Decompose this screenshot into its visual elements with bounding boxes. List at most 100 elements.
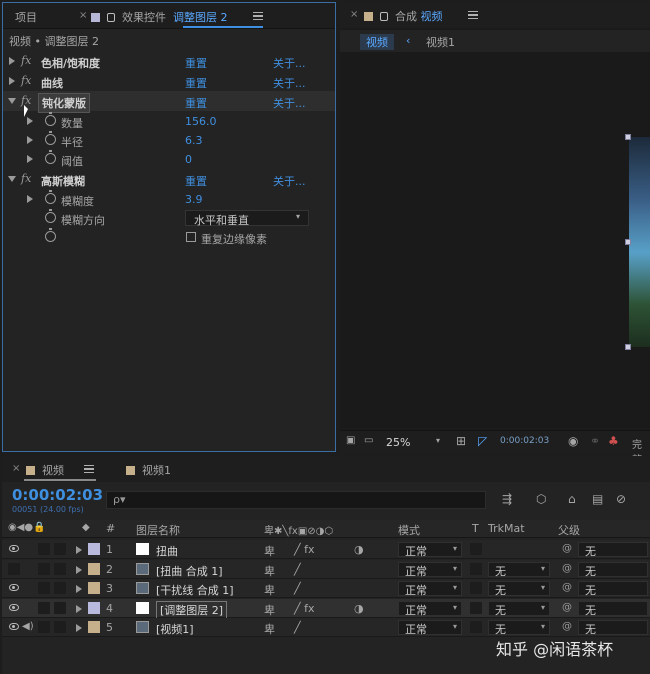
stopwatch-icon[interactable] <box>45 150 56 164</box>
frame-blending-icon[interactable]: ▤ <box>592 492 603 506</box>
lock-toggle[interactable] <box>54 601 66 614</box>
tab-effect-controls[interactable]: 效果控件 调整图层 2 <box>91 9 228 25</box>
fx-icon[interactable]: fx <box>21 54 31 67</box>
parent-dropdown[interactable]: 无 <box>578 581 648 597</box>
label-color-swatch[interactable] <box>88 543 100 555</box>
expand-arrow-icon[interactable] <box>76 585 82 593</box>
layer-row[interactable]: 3 [干扰线 合成 1] 卑 ╱ 正常 ▾ 无 ▾ @ 无 <box>2 579 650 598</box>
preserve-transparency-toggle[interactable] <box>470 621 482 633</box>
crumb-active[interactable]: 视频 <box>360 34 394 50</box>
preserve-transparency-toggle[interactable] <box>470 543 482 555</box>
preserve-transparency-toggle[interactable] <box>470 601 482 614</box>
layer-row[interactable]: 4 [调整图层 2] 卑 ╱ fx ◑ 正常 ▾ 无 ▾ @ 无 <box>2 598 650 619</box>
blur-direction-dropdown[interactable]: 水平和垂直 ▾ <box>185 210 309 227</box>
zoom-dropdown[interactable]: 25% ▾ <box>384 435 448 451</box>
panel-menu-icon[interactable] <box>253 12 263 20</box>
label-color-swatch[interactable] <box>88 621 100 633</box>
stopwatch-icon[interactable] <box>45 190 56 204</box>
label-color-swatch[interactable] <box>88 582 100 594</box>
transform-handle[interactable] <box>625 134 631 140</box>
label-color-swatch[interactable] <box>88 601 100 614</box>
color-channels-icon[interactable]: ♣ <box>608 434 619 448</box>
solo-toggle[interactable] <box>38 582 50 594</box>
transform-handle[interactable] <box>625 344 631 350</box>
expand-arrow-icon[interactable] <box>76 546 82 554</box>
repeat-edge-checkbox[interactable] <box>186 232 196 242</box>
effect-row-hue-saturation[interactable]: fx 色相/饱和度 重置 关于... <box>3 51 335 71</box>
shy-switch[interactable]: 卑 <box>264 621 275 637</box>
eye-icon[interactable] <box>9 545 19 552</box>
expand-arrow-icon[interactable] <box>27 117 33 125</box>
tab-composition[interactable]: 合成 视频 <box>364 8 443 24</box>
solo-toggle[interactable] <box>38 601 50 614</box>
expand-arrow-icon[interactable] <box>27 136 33 144</box>
stopwatch-icon[interactable] <box>45 228 56 242</box>
channel-icon[interactable]: ⚭ <box>590 434 600 448</box>
tab-timeline-active[interactable]: 视频 <box>26 462 64 478</box>
magnification-toggle-icon[interactable]: ▣ <box>346 435 355 446</box>
expand-arrow-icon[interactable] <box>27 155 33 163</box>
blend-mode-dropdown[interactable]: 正常 ▾ <box>398 542 462 558</box>
pick-whip-icon[interactable]: @ <box>562 621 572 632</box>
param-row-radius[interactable]: 半径 6.3 <box>3 130 335 150</box>
blend-mode-dropdown[interactable]: 正常 ▾ <box>398 620 462 636</box>
solo-toggle[interactable] <box>38 562 50 575</box>
video-toggle-empty[interactable] <box>8 562 20 575</box>
blend-mode-dropdown[interactable]: 正常 ▾ <box>398 581 462 597</box>
effect-row-curves[interactable]: fx 曲线 重置 关于... <box>3 71 335 91</box>
shy-switch[interactable]: 卑 <box>264 543 275 559</box>
blend-mode-dropdown[interactable]: 正常 ▾ <box>398 600 462 617</box>
pick-whip-icon[interactable]: @ <box>562 582 572 593</box>
eye-icon[interactable] <box>9 623 19 630</box>
av-features-icon[interactable]: ◉◀●🔒 <box>8 522 46 533</box>
timeline-timecode[interactable]: 0:00:02:03 <box>12 486 103 504</box>
lock-toggle[interactable] <box>54 543 66 555</box>
reset-button[interactable]: 重置 <box>185 95 207 111</box>
label-color-swatch[interactable] <box>88 562 100 575</box>
column-trkmat[interactable]: TrkMat <box>488 522 525 535</box>
fx-switch[interactable]: ╱ fx <box>294 543 315 556</box>
about-button[interactable]: 关于... <box>273 75 306 91</box>
eye-icon[interactable] <box>9 603 19 611</box>
monitor-icon[interactable]: ▭ <box>364 435 373 446</box>
collapse-arrow-icon[interactable] <box>8 98 16 104</box>
layer-name[interactable]: [扭曲 合成 1] <box>156 563 223 579</box>
adjustment-layer-icon[interactable]: ◑ <box>354 543 364 556</box>
expand-arrow-icon[interactable] <box>76 565 82 574</box>
current-time-readout[interactable]: 0:00:02:03 <box>500 436 549 446</box>
lock-toggle[interactable] <box>54 562 66 575</box>
stopwatch-icon[interactable] <box>45 112 56 126</box>
fx-switch[interactable]: ╱ fx <box>294 602 315 615</box>
shy-switch[interactable]: 卑 <box>264 582 275 598</box>
quality-switch[interactable]: ╱ <box>294 563 301 576</box>
about-button[interactable]: 关于... <box>273 55 306 71</box>
expand-arrow-icon[interactable] <box>9 77 15 85</box>
lock-toggle[interactable] <box>54 621 66 633</box>
grid-icon[interactable]: ⊞ <box>456 434 466 448</box>
tab-project[interactable]: 项目 <box>15 9 37 25</box>
trkmat-dropdown[interactable]: 无 ▾ <box>488 620 550 636</box>
trkmat-dropdown[interactable]: 无 ▾ <box>488 561 550 578</box>
layer-row[interactable]: 1 扭曲 卑 ╱ fx ◑ 正常 ▾ @ 无 <box>2 540 650 559</box>
comp-viewer-canvas[interactable] <box>340 52 650 428</box>
preserve-transparency-toggle[interactable] <box>470 582 482 594</box>
expand-arrow-icon[interactable] <box>76 624 82 632</box>
shy-switch[interactable]: 卑 <box>264 563 275 579</box>
expand-arrow-icon[interactable] <box>27 195 33 203</box>
column-layer-name[interactable]: 图层名称 <box>136 522 180 538</box>
layer-row[interactable]: ◀) 5 [视频1] 卑 ╱ 正常 ▾ 无 ▾ @ 无 <box>2 618 650 637</box>
trkmat-dropdown[interactable]: 无 ▾ <box>488 600 550 617</box>
solo-toggle[interactable] <box>38 543 50 555</box>
solo-toggle[interactable] <box>38 621 50 633</box>
reset-button[interactable]: 重置 <box>185 55 207 71</box>
expand-arrow-icon[interactable] <box>9 57 15 65</box>
adjustment-layer-icon[interactable]: ◑ <box>354 602 364 615</box>
stopwatch-icon[interactable] <box>45 131 56 145</box>
tab-timeline-other[interactable]: 视频1 <box>126 462 171 478</box>
param-value[interactable]: 156.0 <box>185 115 217 128</box>
effect-row-gaussian-blur[interactable]: fx 高斯模糊 重置 关于... <box>3 169 335 189</box>
layer-name[interactable]: [调整图层 2] <box>156 600 228 619</box>
reset-button[interactable]: 重置 <box>185 173 207 189</box>
param-value[interactable]: 6.3 <box>185 134 203 147</box>
quality-switch[interactable]: ╱ <box>294 621 301 634</box>
